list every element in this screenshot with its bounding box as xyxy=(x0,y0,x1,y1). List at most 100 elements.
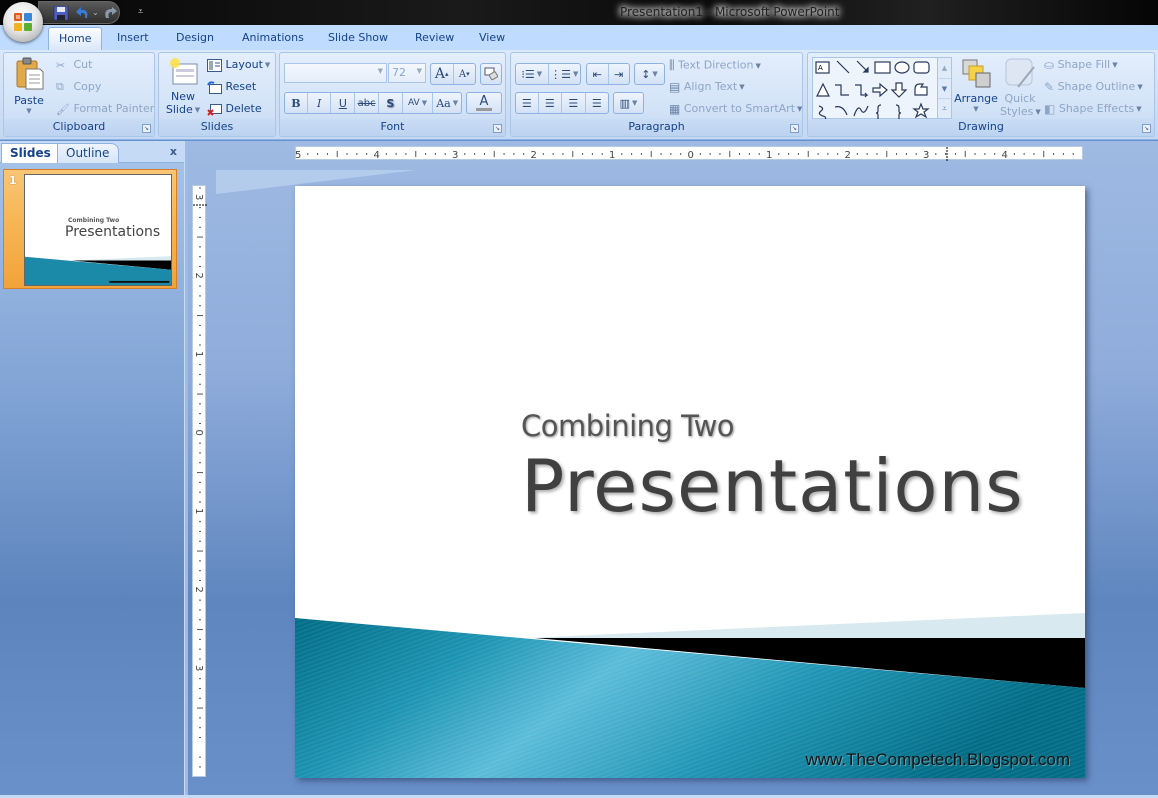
shrink-font-button[interactable]: A ▾ xyxy=(454,64,476,84)
slides-outline-pane: Slides Outline x 1 Combining Two Present… xyxy=(0,141,184,798)
line-spacing-button[interactable]: ↕ ▼ xyxy=(634,63,665,85)
undo-dropdown-icon[interactable]: ⌄ xyxy=(92,8,99,17)
copy-button[interactable]: ⧉ Copy xyxy=(56,80,101,94)
tab-outline[interactable]: Outline xyxy=(57,143,119,163)
numbering-button[interactable]: ⋮☰ ▼ xyxy=(549,64,581,84)
quick-styles-button[interactable]: Quick Styles ▼ xyxy=(1000,57,1041,119)
font-color-button[interactable]: A xyxy=(466,92,502,114)
slide-subtitle[interactable]: Combining Two xyxy=(521,409,735,443)
align-text-button[interactable]: ▤ Align Text ▼ xyxy=(669,80,745,94)
tab-animations[interactable]: Animations xyxy=(232,27,314,50)
align-right-button[interactable]: ☰ xyxy=(562,93,586,113)
ribbon-tab-bar: Home Insert Design Animations Slide Show… xyxy=(0,25,1158,50)
decrease-indent-icon: ⇤ xyxy=(592,67,602,81)
thumb-graphic xyxy=(25,256,171,285)
pencil-outline-icon: ✎ xyxy=(1044,80,1055,94)
convert-to-smartart-button[interactable]: ▦ Convert to SmartArt ▼ xyxy=(669,102,802,116)
italic-button[interactable]: I xyxy=(308,93,332,113)
layout-label: Layout xyxy=(225,58,263,71)
office-logo-icon xyxy=(14,13,32,31)
tab-design[interactable]: Design xyxy=(166,27,224,50)
arrange-button[interactable]: Arrange ▼ xyxy=(954,57,998,119)
layout-dropdown-icon: ▼ xyxy=(264,61,271,69)
drawing-dialog-launcher[interactable]: ↘ xyxy=(1142,124,1151,133)
oval-shape-icon xyxy=(894,61,910,74)
clipboard-dialog-launcher[interactable]: ↘ xyxy=(142,124,151,133)
columns-button[interactable]: ▥ ▼ xyxy=(613,92,644,114)
align-left-button[interactable]: ☰ xyxy=(516,93,539,113)
undo-icon[interactable] xyxy=(75,6,91,20)
window-title: Presentation1 - Microsoft PowerPoint xyxy=(620,5,840,19)
gallery-scroll-up-button[interactable]: ▲ xyxy=(938,58,951,78)
bold-button[interactable]: B xyxy=(285,93,308,113)
rounded-rectangle-shape-icon xyxy=(913,61,930,74)
cut-button[interactable]: ✂ Cut xyxy=(56,58,92,72)
reset-button[interactable]: Reset xyxy=(207,80,256,94)
new-slide-button[interactable]: New Slide ▼ xyxy=(163,57,203,119)
change-case-button[interactable]: Aa ▼ xyxy=(433,93,461,113)
slide-thumbnail-1[interactable]: 1 Combining Two Presentations xyxy=(3,169,177,289)
justify-button[interactable]: ☰ xyxy=(586,93,609,113)
decrease-indent-button[interactable]: ⇤ xyxy=(587,64,609,84)
elbow-arrow-connector-icon xyxy=(855,84,869,98)
right-brace-shape-icon xyxy=(895,104,902,122)
tab-view[interactable]: View xyxy=(469,27,515,50)
tab-slide-show[interactable]: Slide Show xyxy=(318,27,398,50)
office-button[interactable] xyxy=(3,2,43,42)
close-pane-icon[interactable]: x xyxy=(170,145,177,158)
tab-slides[interactable]: Slides xyxy=(1,143,60,163)
paste-button[interactable]: Paste ▼ xyxy=(8,57,50,119)
clipboard-group-label: Clipboard xyxy=(4,119,154,136)
font-size-dropdown-icon[interactable]: ▼ xyxy=(417,67,422,75)
save-icon[interactable] xyxy=(53,6,69,20)
text-direction-icon: ⫼ xyxy=(669,58,675,72)
font-size-combobox[interactable]: 72 ▼ xyxy=(388,63,426,83)
text-direction-button[interactable]: ⫼ Text Direction ▼ xyxy=(669,58,761,73)
horizontal-ruler[interactable]: 5 4 3 2 1 0 1 2 3 4 xyxy=(295,146,1083,161)
ruler-label: 3 xyxy=(193,665,204,671)
smartart-icon: ▦ xyxy=(669,102,681,116)
shape-fill-button[interactable]: ⛀ Shape Fill ▼ xyxy=(1044,58,1118,72)
delete-button[interactable]: Delete xyxy=(207,102,262,116)
bullets-button[interactable]: ⁝☰ ▼ xyxy=(516,64,549,84)
paragraph-dialog-launcher[interactable]: ↘ xyxy=(790,124,799,133)
shape-fill-label: Shape Fill xyxy=(1057,58,1111,71)
format-painter-label: Format Painter xyxy=(73,102,155,115)
shape-outline-button[interactable]: ✎ Shape Outline ▼ xyxy=(1044,80,1143,94)
slide-canvas[interactable]: Combining Two Presentations www.TheCompe… xyxy=(295,186,1085,778)
slide-title[interactable]: Presentations xyxy=(521,444,1024,528)
ribbon: Paste ▼ ✂ Cut ⧉ Copy 🖌 Format Painter Cl… xyxy=(0,50,1158,140)
shape-effects-button[interactable]: ◧ Shape Effects ▼ xyxy=(1044,102,1142,116)
increase-indent-icon: ⇥ xyxy=(614,67,624,81)
clear-formatting-button[interactable] xyxy=(480,63,502,85)
tab-insert[interactable]: Insert xyxy=(107,27,159,50)
slides-group: New Slide ▼ Layout ▼ Reset Delete Slides xyxy=(158,52,276,137)
gallery-scroll-down-button[interactable]: ▼ xyxy=(938,78,951,98)
increase-indent-button[interactable]: ⇥ xyxy=(609,64,630,84)
underline-button[interactable]: U xyxy=(331,93,356,113)
reset-icon xyxy=(207,80,222,94)
font-name-dropdown-icon[interactable]: ▼ xyxy=(378,67,383,75)
gallery-more-button[interactable]: ⩡ xyxy=(938,98,951,117)
format-painter-button[interactable]: 🖌 Format Painter xyxy=(56,102,154,116)
vertical-ruler[interactable]: 3 2 1 0 1 2 3 xyxy=(192,185,207,777)
bold-icon: B xyxy=(291,96,301,110)
customize-quick-access-icon[interactable]: ⩡ xyxy=(138,7,143,17)
gallery-scroll: ▲ ▼ ⩡ xyxy=(937,58,951,118)
redo-icon[interactable] xyxy=(102,6,118,20)
font-dialog-launcher[interactable]: ↘ xyxy=(493,124,502,133)
grow-font-button[interactable]: A ▴ xyxy=(431,64,454,84)
character-spacing-button[interactable]: AV ▼ xyxy=(403,93,434,113)
delete-label: Delete xyxy=(225,102,262,115)
numbering-icon: ⋮☰ xyxy=(550,67,571,81)
layout-icon xyxy=(207,58,222,72)
font-name-combobox[interactable]: ▼ xyxy=(284,63,387,83)
scissors-icon: ✂ xyxy=(56,58,66,72)
align-center-button[interactable]: ☰ xyxy=(539,93,563,113)
layout-button[interactable]: Layout ▼ xyxy=(207,58,270,72)
tab-home[interactable]: Home xyxy=(48,27,102,50)
strikethrough-button[interactable]: abc xyxy=(355,93,379,113)
paint-bucket-icon: ⛀ xyxy=(1044,58,1055,72)
shadow-button[interactable]: S xyxy=(379,93,403,113)
tab-review[interactable]: Review xyxy=(405,27,464,50)
